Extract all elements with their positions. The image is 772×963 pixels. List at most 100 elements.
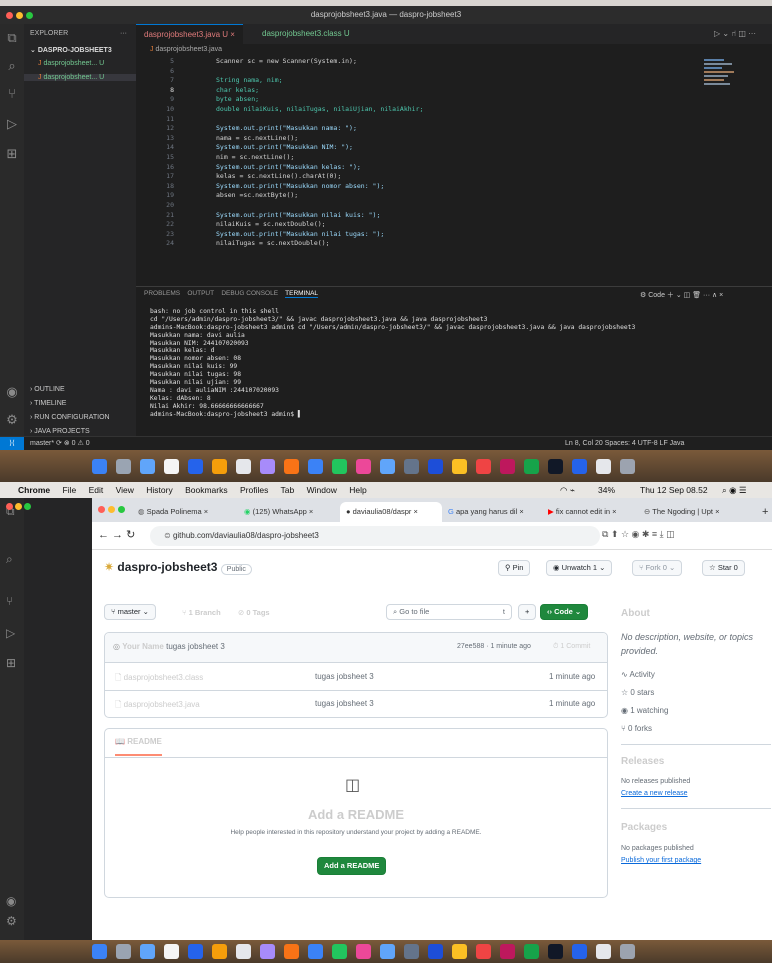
create-release-link[interactable]: Create a new release [621, 790, 688, 797]
terminal-output[interactable]: bash: no job control in this shell cd "/U… [150, 308, 770, 418]
tab-spada[interactable]: ◍ Spada Polinema × [132, 502, 238, 522]
settings-gear-icon[interactable]: ⚙ [4, 412, 20, 428]
dock-app-icon[interactable] [404, 944, 419, 959]
tab-output[interactable]: OUTPUT [187, 290, 214, 297]
menu-edit[interactable]: Edit [89, 485, 114, 495]
dock-app-icon[interactable] [116, 459, 131, 474]
menu-history[interactable]: History [146, 485, 182, 495]
code-line[interactable]: System.out.print("Masukkan nomor absen: … [216, 182, 736, 192]
commit-meta[interactable]: 27ee588 · 1 minute ago [457, 643, 531, 650]
tab-ngoding[interactable]: ⊖ The Ngoding | Upt × [638, 502, 756, 522]
code-line[interactable]: char kelas; [216, 86, 736, 96]
commit-count[interactable]: ⏱ 1 Commit [553, 643, 590, 651]
minimap[interactable] [702, 57, 742, 97]
breadcrumb[interactable]: J dasprojobsheet3.java [136, 44, 772, 56]
dock-app-icon[interactable] [236, 944, 251, 959]
tags-link[interactable]: ⊘ 0 Tags [238, 608, 270, 617]
file-row[interactable]: 🗋 dasprojobsheet3.java tugas jobsheet 3 … [105, 691, 607, 718]
source-control-icon[interactable]: ⑂ [4, 86, 20, 102]
add-readme-button[interactable]: Add a README [317, 857, 387, 875]
wifi-icon[interactable]: ◠ ⌁ [560, 482, 575, 498]
code-line[interactable]: Scanner sc = new Scanner(System.in); [216, 57, 736, 67]
dock-app-icon[interactable] [212, 944, 227, 959]
code-line[interactable]: nim = sc.nextLine(); [216, 153, 736, 163]
cursor-status[interactable]: Ln 8, Col 20 Spaces: 4 UTF-8 LF Java [565, 437, 684, 450]
dock-app-icon[interactable] [476, 459, 491, 474]
run-debug-icon[interactable]: ▷ [4, 116, 20, 132]
code-line[interactable]: nilaiTugas = sc.nextDouble(); [216, 239, 736, 249]
dock-app-icon[interactable] [500, 944, 515, 959]
dock-app-icon[interactable] [380, 459, 395, 474]
menu-file[interactable]: File [63, 485, 87, 495]
dock-app-icon[interactable] [284, 944, 299, 959]
code-line[interactable]: System.out.print("Masukkan nama: "); [216, 124, 736, 134]
activity-link[interactable]: ∿ Activity [621, 670, 655, 679]
dock-app-icon[interactable] [260, 459, 275, 474]
dock-app-icon[interactable] [548, 459, 563, 474]
remote-icon[interactable]: ⟩⟨ [0, 437, 24, 450]
code-content[interactable]: Scanner sc = new Scanner(System.in); Stri… [216, 57, 736, 289]
dock-app-icon[interactable] [476, 944, 491, 959]
minimize-window-icon[interactable] [108, 506, 115, 513]
dock-app-icon[interactable] [572, 944, 587, 959]
close-window-icon[interactable] [6, 12, 13, 19]
menu-view[interactable]: View [116, 485, 144, 495]
code-line[interactable]: absen =sc.nextByte(); [216, 191, 736, 201]
dock-app-icon[interactable] [524, 944, 539, 959]
code-line[interactable]: System.out.print("Masukkan nilai tugas: … [216, 230, 736, 240]
branch-status[interactable]: master* ⟳ ⊗ 0 ⚠ 0 [30, 437, 90, 450]
zoom-window-icon[interactable] [118, 506, 125, 513]
dock-app-icon[interactable] [140, 459, 155, 474]
readme-tab[interactable]: 📖 README [115, 737, 162, 756]
unwatch-button[interactable]: ◉ Unwatch 1 ⌄ [546, 560, 613, 576]
dock-app-icon[interactable] [116, 944, 131, 959]
close-window-icon[interactable] [98, 506, 105, 513]
dock-app-icon[interactable] [500, 459, 515, 474]
editor-actions[interactable]: ▷ ⌄ ⑁ ◫ ··· [706, 24, 764, 44]
dock-app-icon[interactable] [596, 459, 611, 474]
commit-author[interactable]: ◎ Your Name tugas jobsheet 3 [113, 642, 225, 651]
more-icon[interactable]: ··· [120, 30, 127, 37]
stars-link[interactable]: ☆ 0 stars [621, 688, 654, 697]
menu-window[interactable]: Window [307, 485, 347, 495]
code-line[interactable] [216, 115, 736, 125]
zoom-window-icon[interactable] [26, 12, 33, 19]
dock-app-icon[interactable] [164, 459, 179, 474]
dock-app-icon[interactable] [188, 459, 203, 474]
spotlight-icon[interactable]: ⌕ ◉ ☰ [722, 482, 747, 498]
tab-youtube[interactable]: ▶ fix cannot edit in × [542, 502, 638, 522]
code-line[interactable]: byte absen; [216, 95, 736, 105]
tab-google[interactable]: G apa yang harus dil × [442, 502, 542, 522]
terminal-actions[interactable]: ⚙ Code ＋ ⌄ ◫ 🗑 ··· ∧ × [640, 290, 723, 300]
dock-app-icon[interactable] [308, 459, 323, 474]
dock-app-icon[interactable] [284, 459, 299, 474]
code-line[interactable]: nama = sc.nextLine(); [216, 134, 736, 144]
code-line[interactable]: System.out.print("Masukkan NIM: "); [216, 143, 736, 153]
dock-app-icon[interactable] [572, 459, 587, 474]
branch-select[interactable]: ⑂ master ⌄ [104, 604, 156, 620]
menu-bookmarks[interactable]: Bookmarks [185, 485, 238, 495]
menu-chrome[interactable]: Chrome [18, 485, 60, 495]
tab-class[interactable]: dasprojobsheet3.class U [254, 24, 358, 44]
branches-link[interactable]: ⑂ 1 Branch [182, 608, 221, 617]
code-line[interactable]: System.out.print("Masukkan kelas: "); [216, 163, 736, 173]
code-line[interactable] [216, 67, 736, 77]
search-icon[interactable]: ⌕ [4, 58, 20, 74]
dock-app-icon[interactable] [92, 459, 107, 474]
close-window-icon[interactable] [6, 503, 13, 510]
pin-button[interactable]: ⚲ Pin [498, 560, 531, 576]
publish-package-link[interactable]: Publish your first package [621, 857, 701, 864]
minimize-window-icon[interactable] [16, 12, 23, 19]
run-config-section[interactable]: › RUN CONFIGURATION [30, 414, 110, 421]
file-item[interactable]: J dasprojobsheet... U [38, 60, 104, 67]
dock-app-icon[interactable] [524, 459, 539, 474]
code-line[interactable]: String nama, nim; [216, 76, 736, 86]
dock-app-icon[interactable] [164, 944, 179, 959]
watching-link[interactable]: ◉ 1 watching [621, 706, 668, 715]
nav-buttons[interactable]: ← → ↻ [98, 528, 135, 541]
java-projects-section[interactable]: › JAVA PROJECTS [30, 428, 90, 435]
dock-app-icon[interactable] [452, 944, 467, 959]
dock-app-icon[interactable] [236, 459, 251, 474]
dock-app-icon[interactable] [212, 459, 227, 474]
dock-app-icon[interactable] [380, 944, 395, 959]
